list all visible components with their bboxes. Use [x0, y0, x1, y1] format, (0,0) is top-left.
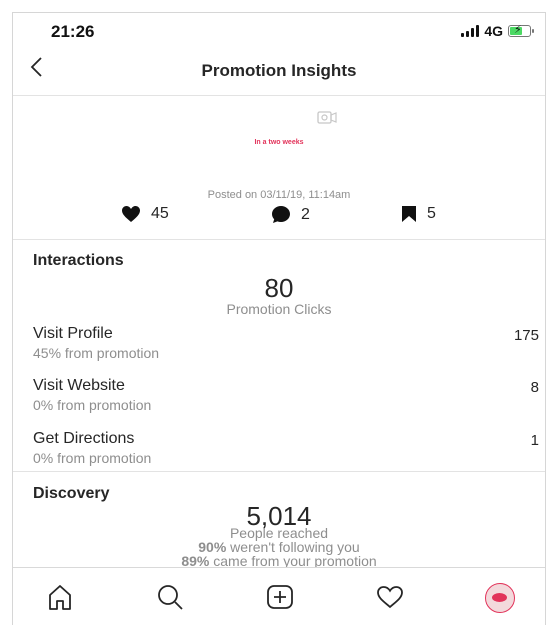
bottom-tab-bar — [13, 567, 545, 625]
row-value: 175 — [513, 327, 539, 344]
row-value: 8 — [530, 379, 539, 396]
likes-count: 45 — [151, 205, 169, 222]
tab-search[interactable] — [155, 582, 185, 612]
navigation-bar: Promotion Insights — [13, 47, 545, 96]
app-screen: 21:26 4G ⚡ Promotion Insights In a two w… — [12, 12, 546, 625]
row-subtitle: 0% from promotion — [33, 397, 152, 413]
comment-icon — [272, 206, 290, 223]
status-time: 21:26 — [51, 22, 95, 41]
status-bar: 21:26 4G ⚡ — [13, 13, 545, 47]
promotion-clicks-label: Promotion Clicks — [226, 301, 332, 317]
row-value: 1 — [530, 432, 539, 449]
row-subtitle: 45% from promotion — [33, 345, 160, 361]
post-preview: In a two weeks Posted on 03/11/19, 11:14… — [13, 95, 545, 240]
saves-count: 5 — [427, 205, 436, 222]
signal-icon — [461, 25, 480, 37]
row-title: Visit Website — [33, 377, 125, 394]
profile-avatar[interactable] — [485, 583, 515, 613]
post-caption: In a two weeks — [254, 139, 304, 146]
search-icon — [158, 585, 183, 610]
page-title: Promotion Insights — [201, 61, 357, 80]
video-icon — [317, 111, 337, 124]
saves-stat: 5 — [401, 205, 436, 223]
tab-new-post[interactable] — [265, 582, 295, 612]
heart-icon — [122, 206, 140, 222]
promotion-clicks-value: 80 — [264, 273, 294, 303]
interactions-heading: Interactions — [33, 252, 124, 269]
network-type: 4G — [484, 23, 503, 39]
tab-home[interactable] — [45, 582, 75, 612]
likes-stat: 45 — [121, 205, 169, 223]
status-indicators: 4G ⚡ — [461, 23, 534, 39]
row-title: Get Directions — [33, 430, 135, 447]
battery-icon: ⚡ — [508, 24, 534, 37]
home-icon — [49, 585, 71, 610]
activity-heart-icon — [377, 586, 403, 609]
add-post-icon — [267, 585, 293, 609]
bookmark-icon — [402, 206, 416, 222]
comments-stat: 2 — [271, 205, 310, 224]
comments-count: 2 — [301, 205, 310, 223]
row-title: Visit Profile — [33, 325, 113, 342]
row-subtitle: 0% from promotion — [33, 450, 152, 466]
posted-date: Posted on 03/11/19, 11:14am — [207, 189, 351, 201]
post-stats: 45 2 5 — [13, 205, 545, 227]
section-divider — [13, 471, 545, 472]
tab-activity[interactable] — [375, 582, 405, 612]
